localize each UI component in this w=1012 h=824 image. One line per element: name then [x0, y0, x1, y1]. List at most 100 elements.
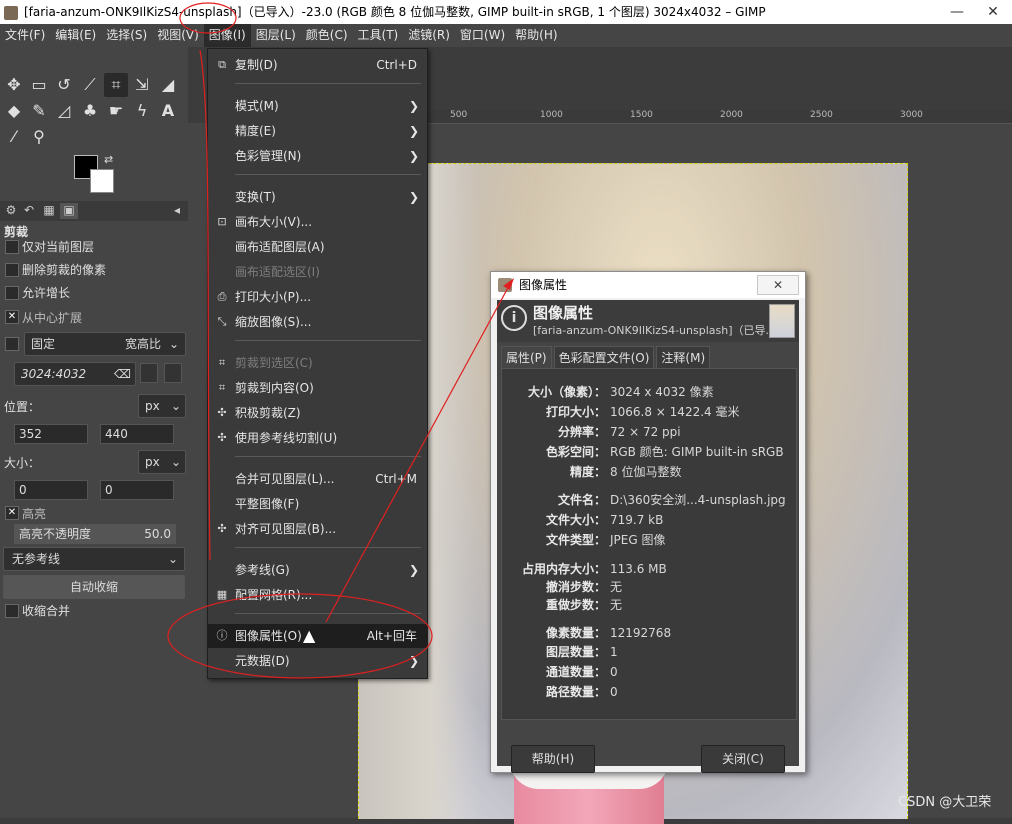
zoom-tool-icon[interactable]: ⚲ — [27, 125, 51, 149]
prop-row: 分辨率： 72 × 72 ppi — [502, 423, 796, 441]
help-button[interactable]: 帮助(H) — [511, 745, 595, 773]
crop-content-icon: ⌗ — [218, 381, 226, 394]
menu-item-label: 参考线(G) — [235, 563, 290, 577]
close-button[interactable]: 关闭(C) — [701, 745, 785, 773]
menu-item-color-management[interactable]: 色彩管理(N) ❯ — [208, 144, 427, 168]
tab-comment[interactable]: 注释(M) — [656, 346, 711, 369]
menu-item-print-size[interactable]: ⎙ 打印大小(P)... — [208, 285, 427, 309]
menu-image[interactable]: 图像(I) — [203, 24, 251, 47]
size-unit-select[interactable]: px ⌄ — [138, 450, 186, 474]
bucket-fill-icon[interactable]: ◆ — [2, 99, 26, 123]
menu-item-mode[interactable]: 模式(M) ❯ — [208, 94, 427, 118]
menu-colors[interactable]: 颜色(C) — [301, 24, 353, 47]
menu-item-canvas-size[interactable]: ⊡ 画布大小(V)... — [208, 210, 427, 234]
menu-item-image-properties[interactable]: ⓘ 图像属性(O) Alt+回车 — [208, 624, 427, 648]
allow-grow-checkbox[interactable] — [5, 286, 19, 300]
lasso-tool-icon[interactable]: ↺ — [52, 73, 76, 97]
menu-separator — [235, 83, 421, 84]
clear-icon[interactable]: ⌫ — [114, 363, 131, 385]
prop-value: 72 × 72 ppi — [610, 425, 681, 439]
highlight-opacity-slider[interactable]: 高亮不透明度 50.0 — [14, 524, 176, 544]
landscape-icon[interactable] — [164, 363, 182, 383]
position-y-field[interactable]: 440 — [100, 424, 174, 444]
swap-colors-icon[interactable]: ⇄ — [104, 153, 113, 166]
menu-item-crop-content[interactable]: ⌗ 剪裁到内容(O) — [208, 376, 427, 400]
tab-properties[interactable]: 属性(P) — [501, 346, 552, 369]
text-tool-icon[interactable]: A — [156, 99, 180, 123]
clone-tool-icon[interactable]: ♣ — [78, 99, 102, 123]
images-tab-icon[interactable]: ▦ — [40, 203, 58, 219]
shrink-merged-checkbox[interactable] — [5, 604, 19, 618]
rect-select-tool-icon[interactable]: ▭ — [27, 73, 51, 97]
ratio-input[interactable]: 3024:4032 ⌫ — [14, 362, 136, 386]
prop-value: 无 — [610, 580, 623, 594]
menu-item-crop-selection[interactable]: ⌗ 剪裁到选区(C) — [208, 351, 427, 375]
scale-image-icon: ⤡ — [217, 315, 227, 328]
menu-item-label: 精度(E) — [235, 124, 276, 138]
minimize-button[interactable]: — — [940, 0, 974, 24]
print-size-icon: ⎙ — [217, 290, 227, 303]
dialog-close-icon[interactable]: ✕ — [757, 275, 799, 295]
color-picker-icon[interactable]: ⁄ — [2, 125, 26, 149]
portrait-icon[interactable] — [140, 363, 158, 383]
menu-view[interactable]: 视图(V) — [152, 24, 204, 47]
move-tool-icon[interactable]: ✥ — [2, 73, 26, 97]
auto-shrink-button[interactable]: 自动收缩 — [3, 575, 185, 599]
undo-history-tab-icon[interactable]: ↶ — [20, 203, 38, 219]
chevron-right-icon: ❯ — [408, 190, 419, 204]
menu-item-fit-canvas-selection[interactable]: 画布适配选区(I) — [208, 260, 427, 284]
paintbrush-icon[interactable]: ✎ — [27, 99, 51, 123]
prop-row: 打印大小： 1066.8 × 1422.4 毫米 — [502, 403, 796, 421]
tab-color-profile[interactable]: 色彩配置文件(O) — [553, 346, 655, 369]
transform-tool-icon[interactable]: ⇲ — [130, 73, 154, 97]
menu-item-transform[interactable]: 变换(T) ❯ — [208, 185, 427, 209]
menu-item-scale-image[interactable]: ⤡ 缩放图像(S)... — [208, 310, 427, 334]
menu-item-zealous-crop[interactable]: ✣ 积极剪裁(Z) — [208, 401, 427, 425]
menu-item-align-layers[interactable]: ✣ 对齐可见图层(B)... — [208, 517, 427, 541]
fixed-mode-select[interactable]: 固定 宽高比 ⌄ — [24, 332, 186, 356]
menu-item-configure-grid[interactable]: ▦ 配置网格(R)... — [208, 583, 427, 607]
menu-layer[interactable]: 图层(L) — [251, 24, 301, 47]
prop-value: 0 — [610, 685, 618, 699]
guides-select[interactable]: 无参考线 ⌄ — [3, 547, 185, 571]
size-h-value: 0 — [105, 483, 113, 497]
fixed-label: 固定 — [31, 337, 56, 351]
menu-help[interactable]: 帮助(H) — [510, 24, 562, 47]
eraser-icon[interactable]: ◿ — [52, 99, 76, 123]
menu-file[interactable]: 文件(F) — [0, 24, 50, 47]
close-window-button[interactable]: ✕ — [976, 0, 1010, 24]
menu-item-flatten[interactable]: 平整图像(F) — [208, 492, 427, 516]
menu-item-guides[interactable]: 参考线(G) ❯ — [208, 558, 427, 582]
size-w-field[interactable]: 0 — [14, 480, 88, 500]
warp-tool-icon[interactable]: ◢ — [156, 73, 180, 97]
size-h-field[interactable]: 0 — [100, 480, 174, 500]
highlight-checkbox[interactable]: ✕ — [5, 506, 19, 520]
menu-item-duplicate[interactable]: ⧉ 复制(D) Ctrl+D — [208, 53, 427, 77]
menu-item-metadata[interactable]: 元数据(D) ❯ — [208, 649, 427, 673]
menu-edit[interactable]: 编辑(E) — [50, 24, 101, 47]
position-unit-select[interactable]: px ⌄ — [138, 394, 186, 418]
fuzzy-select-tool-icon[interactable]: ⟋ — [78, 73, 102, 97]
menu-item-guillotine[interactable]: ✣ 使用参考线切割(U) — [208, 426, 427, 450]
menu-windows[interactable]: 窗口(W) — [455, 24, 510, 47]
menu-item-merge-visible[interactable]: 合并可见图层(L)... Ctrl+M — [208, 467, 427, 491]
background-color-swatch[interactable] — [90, 169, 114, 193]
menu-tools[interactable]: 工具(T) — [353, 24, 404, 47]
position-x-field[interactable]: 352 — [14, 424, 88, 444]
menu-select[interactable]: 选择(S) — [101, 24, 152, 47]
crop-tool-icon[interactable]: ⌗ — [104, 73, 128, 97]
smudge-tool-icon[interactable]: ☛ — [104, 99, 128, 123]
delete-pixels-checkbox[interactable] — [5, 263, 19, 277]
menu-item-label: 合并可见图层(L)... — [235, 472, 335, 486]
dock-menu-icon[interactable]: ◂ — [168, 203, 186, 219]
menu-item-label: 配置网格(R)... — [235, 588, 313, 602]
expand-center-checkbox[interactable]: ✕ — [5, 310, 19, 324]
current-layer-checkbox[interactable] — [5, 240, 19, 254]
paths-tool-icon[interactable]: ϟ — [130, 99, 154, 123]
device-status-tab-icon[interactable]: ▣ — [60, 203, 78, 219]
tool-options-tab-icon[interactable]: ⚙ — [2, 203, 20, 219]
menu-item-fit-canvas-layers[interactable]: 画布适配图层(A) — [208, 235, 427, 259]
fixed-checkbox[interactable] — [5, 337, 19, 351]
menu-filters[interactable]: 滤镜(R) — [403, 24, 455, 47]
menu-item-precision[interactable]: 精度(E) ❯ — [208, 119, 427, 143]
